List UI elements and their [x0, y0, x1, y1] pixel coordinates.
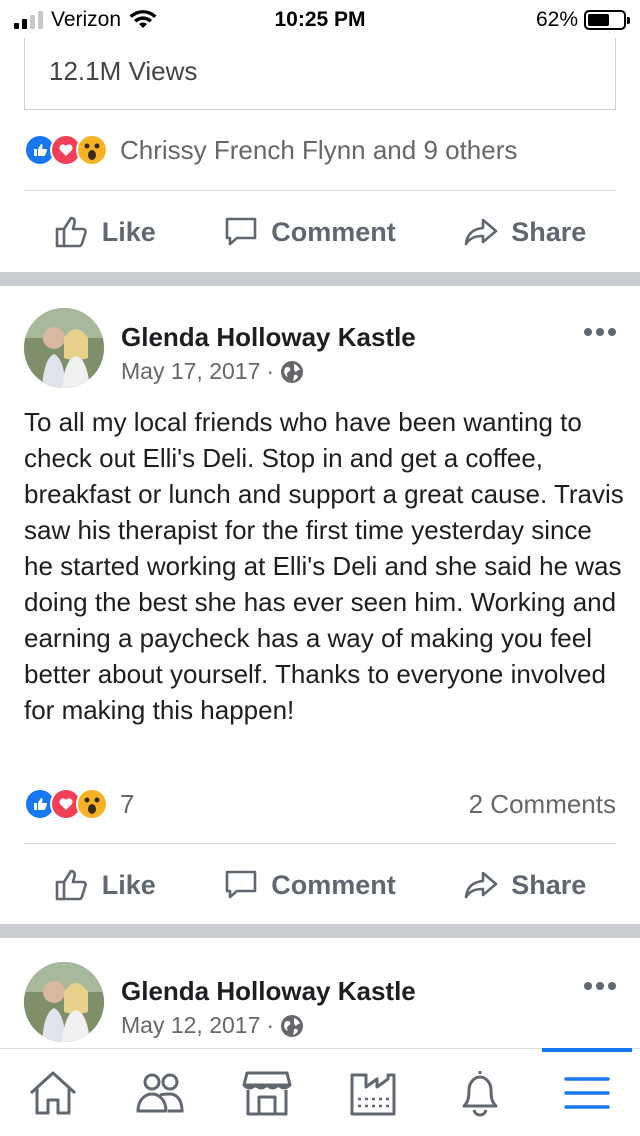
tab-marketplace[interactable] — [222, 1049, 312, 1136]
views-count: 12.1M Views — [49, 56, 198, 86]
tab-home[interactable] — [8, 1049, 98, 1136]
reaction-count: 7 — [120, 788, 135, 819]
divider — [24, 190, 616, 191]
pages-icon — [350, 1073, 396, 1115]
more-options-icon[interactable] — [584, 982, 616, 990]
meta-separator: · — [266, 1012, 275, 1038]
thumbs-up-icon — [55, 216, 87, 248]
post-header: Glenda Holloway Kastle May 17, 2017 · — [24, 308, 616, 390]
marketplace-icon — [242, 1071, 292, 1115]
share-label: Share — [511, 216, 587, 247]
avatar[interactable] — [24, 308, 104, 388]
reaction-icons — [24, 788, 108, 820]
reaction-icons — [24, 134, 108, 166]
post-meta: May 17, 2017 · — [121, 358, 304, 385]
tab-friends[interactable] — [115, 1049, 205, 1136]
tab-menu[interactable] — [541, 1047, 632, 1136]
like-button[interactable]: Like — [54, 214, 156, 250]
home-icon — [30, 1071, 77, 1114]
post-body: To all my local friends who have been wa… — [24, 407, 624, 725]
meta-separator: · — [266, 358, 275, 384]
comment-icon — [225, 217, 257, 246]
comments-count[interactable]: 2 Comments — [469, 789, 616, 820]
author-name[interactable]: Glenda Holloway Kastle — [121, 322, 416, 353]
wow-reaction-icon — [76, 788, 108, 820]
comment-button[interactable]: Comment — [223, 214, 396, 250]
share-icon — [464, 218, 498, 246]
divider — [24, 843, 616, 844]
more-options-icon[interactable] — [584, 328, 616, 336]
post-meta: May 12, 2017 · — [121, 1012, 304, 1039]
comment-button[interactable]: Comment — [223, 867, 396, 903]
globe-icon — [281, 1014, 304, 1037]
like-button[interactable]: Like — [54, 867, 156, 903]
battery-icon — [584, 10, 630, 30]
like-label: Like — [101, 216, 156, 247]
post-actions: Like Comment Share — [0, 192, 640, 272]
friends-icon — [136, 1073, 184, 1112]
bottom-tab-bar — [0, 1047, 640, 1136]
battery-group: 62% — [535, 8, 630, 32]
notifications-icon — [462, 1070, 498, 1116]
share-icon — [464, 871, 498, 899]
feed-separator — [0, 272, 640, 286]
menu-icon — [563, 1076, 610, 1109]
video-views-box[interactable]: 12.1M Views — [24, 38, 616, 110]
avatar[interactable] — [24, 962, 104, 1042]
battery-percent: 62% — [535, 8, 578, 31]
post-date[interactable]: May 17, 2017 — [121, 358, 260, 385]
globe-icon — [281, 360, 304, 383]
reactions-names: Chrissy French Flynn and 9 others — [120, 134, 518, 165]
reactions-summary[interactable]: Chrissy French Flynn and 9 others — [24, 134, 616, 166]
feed-separator — [0, 924, 640, 938]
author-name[interactable]: Glenda Holloway Kastle — [121, 976, 416, 1007]
comment-icon — [225, 870, 257, 899]
post-actions: Like Comment Share — [0, 845, 640, 925]
tab-pages[interactable] — [328, 1049, 418, 1136]
like-label: Like — [101, 869, 156, 900]
post-header: Glenda Holloway Kastle May 12, 2017 · — [24, 962, 616, 1044]
status-bar: Verizon 10:25 PM 62% — [0, 0, 640, 40]
comment-label: Comment — [271, 216, 396, 247]
share-button[interactable]: Share — [463, 867, 586, 903]
share-button[interactable]: Share — [463, 214, 586, 250]
reactions-summary[interactable]: 7 2 Comments — [24, 788, 616, 820]
tab-notifications[interactable] — [435, 1049, 525, 1136]
wow-reaction-icon — [76, 134, 108, 166]
post-date[interactable]: May 12, 2017 — [121, 1012, 260, 1039]
comment-label: Comment — [271, 869, 396, 900]
thumbs-up-icon — [55, 869, 87, 901]
share-label: Share — [511, 869, 587, 900]
